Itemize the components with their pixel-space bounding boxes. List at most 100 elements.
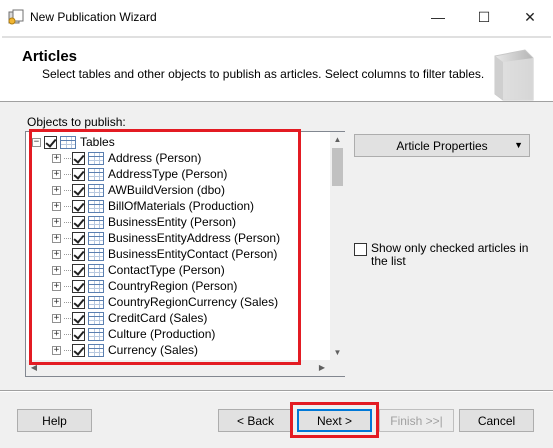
article-checkbox[interactable] xyxy=(72,199,85,213)
tree-root-label: Tables xyxy=(80,135,115,149)
table-icon xyxy=(88,199,104,213)
tree-item-label: Culture (Production) xyxy=(108,327,216,341)
expand-icon[interactable]: + xyxy=(52,217,61,227)
article-checkbox[interactable] xyxy=(72,151,85,165)
cancel-button[interactable]: Cancel xyxy=(459,409,534,432)
expand-icon[interactable]: + xyxy=(52,169,61,179)
tree-item[interactable]: + Currency (Sales) xyxy=(52,342,198,358)
tree-connector xyxy=(64,173,71,175)
back-button[interactable]: < Back xyxy=(218,409,293,432)
expand-icon[interactable]: + xyxy=(52,249,61,259)
tree-item[interactable]: + AWBuildVersion (dbo) xyxy=(52,182,225,198)
table-icon xyxy=(88,167,104,181)
tree-root-tables[interactable]: − Tables xyxy=(32,134,115,150)
header-panel: Articles Select tables and other objects… xyxy=(2,36,551,101)
tree-item-label: AWBuildVersion (dbo) xyxy=(108,183,225,197)
article-checkbox[interactable] xyxy=(72,247,85,261)
tree-item[interactable]: + BusinessEntity (Person) xyxy=(52,214,236,230)
article-checkbox[interactable] xyxy=(72,231,85,245)
tree-item[interactable]: + CountryRegionCurrency (Sales) xyxy=(52,294,278,310)
maximize-button[interactable]: ☐ xyxy=(461,0,507,34)
article-checkbox[interactable] xyxy=(72,215,85,229)
maximize-icon: ☐ xyxy=(477,8,491,25)
tree-connector xyxy=(64,301,71,303)
expand-icon[interactable]: + xyxy=(52,313,61,323)
article-checkbox[interactable] xyxy=(72,167,85,181)
table-icon xyxy=(88,151,104,165)
tree-connector xyxy=(64,157,71,159)
objects-tree[interactable]: − Tables + Address (Person) + AddressType (… xyxy=(25,131,345,377)
tables-checkbox[interactable] xyxy=(44,135,57,149)
tree-item[interactable]: + Address (Person) xyxy=(52,150,201,166)
expand-icon[interactable]: + xyxy=(52,233,61,243)
objects-to-publish-label: Objects to publish: xyxy=(27,115,126,129)
title-bar: New Publication Wizard — ☐ ✕ xyxy=(0,0,553,34)
tree-connector xyxy=(64,349,71,351)
expand-icon[interactable]: + xyxy=(52,281,61,291)
tree-item[interactable]: + CreditCard (Sales) xyxy=(52,310,207,326)
scroll-up-icon[interactable]: ▲ xyxy=(330,132,345,147)
show-only-checked-checkbox[interactable] xyxy=(354,243,367,256)
article-checkbox[interactable] xyxy=(72,311,85,325)
help-button[interactable]: Help xyxy=(17,409,92,432)
close-icon: ✕ xyxy=(524,8,536,25)
next-button[interactable]: Next > xyxy=(297,409,372,432)
tree-item-label: CountryRegion (Person) xyxy=(108,279,238,293)
tree-item-label: BusinessEntityContact (Person) xyxy=(108,247,278,261)
book-graphic-icon xyxy=(494,49,534,101)
tree-connector xyxy=(64,317,71,319)
tree-connector xyxy=(64,205,71,207)
tree-item[interactable]: + BusinessEntityContact (Person) xyxy=(52,246,277,262)
expand-icon[interactable]: + xyxy=(52,297,61,307)
article-checkbox[interactable] xyxy=(72,263,85,277)
minimize-button[interactable]: — xyxy=(415,0,461,34)
expand-icon[interactable]: + xyxy=(52,329,61,339)
tree-item[interactable]: + BusinessEntityAddress (Person) xyxy=(52,230,280,246)
article-checkbox[interactable] xyxy=(72,183,85,197)
expand-icon[interactable]: + xyxy=(52,345,61,355)
table-icon xyxy=(88,327,104,341)
tree-connector xyxy=(64,333,71,335)
tree-item[interactable]: + AddressType (Person) xyxy=(52,166,227,182)
tables-folder-icon xyxy=(60,135,76,149)
article-checkbox[interactable] xyxy=(72,279,85,293)
tree-item-label: CountryRegionCurrency (Sales) xyxy=(108,295,279,309)
tree-item-label: BusinessEntity (Person) xyxy=(108,215,237,229)
expand-icon[interactable]: + xyxy=(52,153,61,163)
article-checkbox[interactable] xyxy=(72,295,85,309)
scroll-left-icon[interactable]: ◀ xyxy=(26,360,42,376)
tree-item[interactable]: + BillOfMaterials (Production) xyxy=(52,198,254,214)
tree-item[interactable]: + Culture (Production) xyxy=(52,326,215,342)
horizontal-scrollbar[interactable]: ◀ ▶ xyxy=(26,360,330,376)
tree-connector xyxy=(64,221,71,223)
article-properties-label: Article Properties xyxy=(396,138,488,153)
article-checkbox[interactable] xyxy=(72,343,85,357)
table-icon xyxy=(88,279,104,293)
finish-button: Finish >>| xyxy=(379,409,454,432)
tree-connector xyxy=(64,285,71,287)
vertical-scrollbar[interactable]: ▲ ▼ xyxy=(330,132,345,360)
tree-item[interactable]: + CountryRegion (Person) xyxy=(52,278,237,294)
table-icon xyxy=(88,231,104,245)
article-checkbox[interactable] xyxy=(72,327,85,341)
tree-item-label: AddressType (Person) xyxy=(108,167,228,181)
expand-icon[interactable]: + xyxy=(52,185,61,195)
minimize-icon: — xyxy=(431,9,445,25)
close-button[interactable]: ✕ xyxy=(507,0,553,34)
expand-icon[interactable]: + xyxy=(52,201,61,211)
expand-icon[interactable]: + xyxy=(52,265,61,275)
scroll-thumb[interactable] xyxy=(332,148,343,186)
collapse-icon[interactable]: − xyxy=(32,137,41,147)
article-properties-button[interactable]: Article Properties ▼ xyxy=(354,134,530,157)
tree-item-label: CreditCard (Sales) xyxy=(108,311,208,325)
tree-viewport: − Tables + Address (Person) + AddressType (… xyxy=(26,132,330,360)
tree-item-label: ContactType (Person) xyxy=(108,263,225,277)
tree-connector xyxy=(64,237,71,239)
tree-item-label: Currency (Sales) xyxy=(108,343,199,357)
table-icon xyxy=(88,343,104,357)
tree-item[interactable]: + ContactType (Person) xyxy=(52,262,225,278)
scroll-right-icon[interactable]: ▶ xyxy=(314,360,330,376)
table-icon xyxy=(88,215,104,229)
scroll-down-icon[interactable]: ▼ xyxy=(330,345,345,360)
table-icon xyxy=(88,311,104,325)
